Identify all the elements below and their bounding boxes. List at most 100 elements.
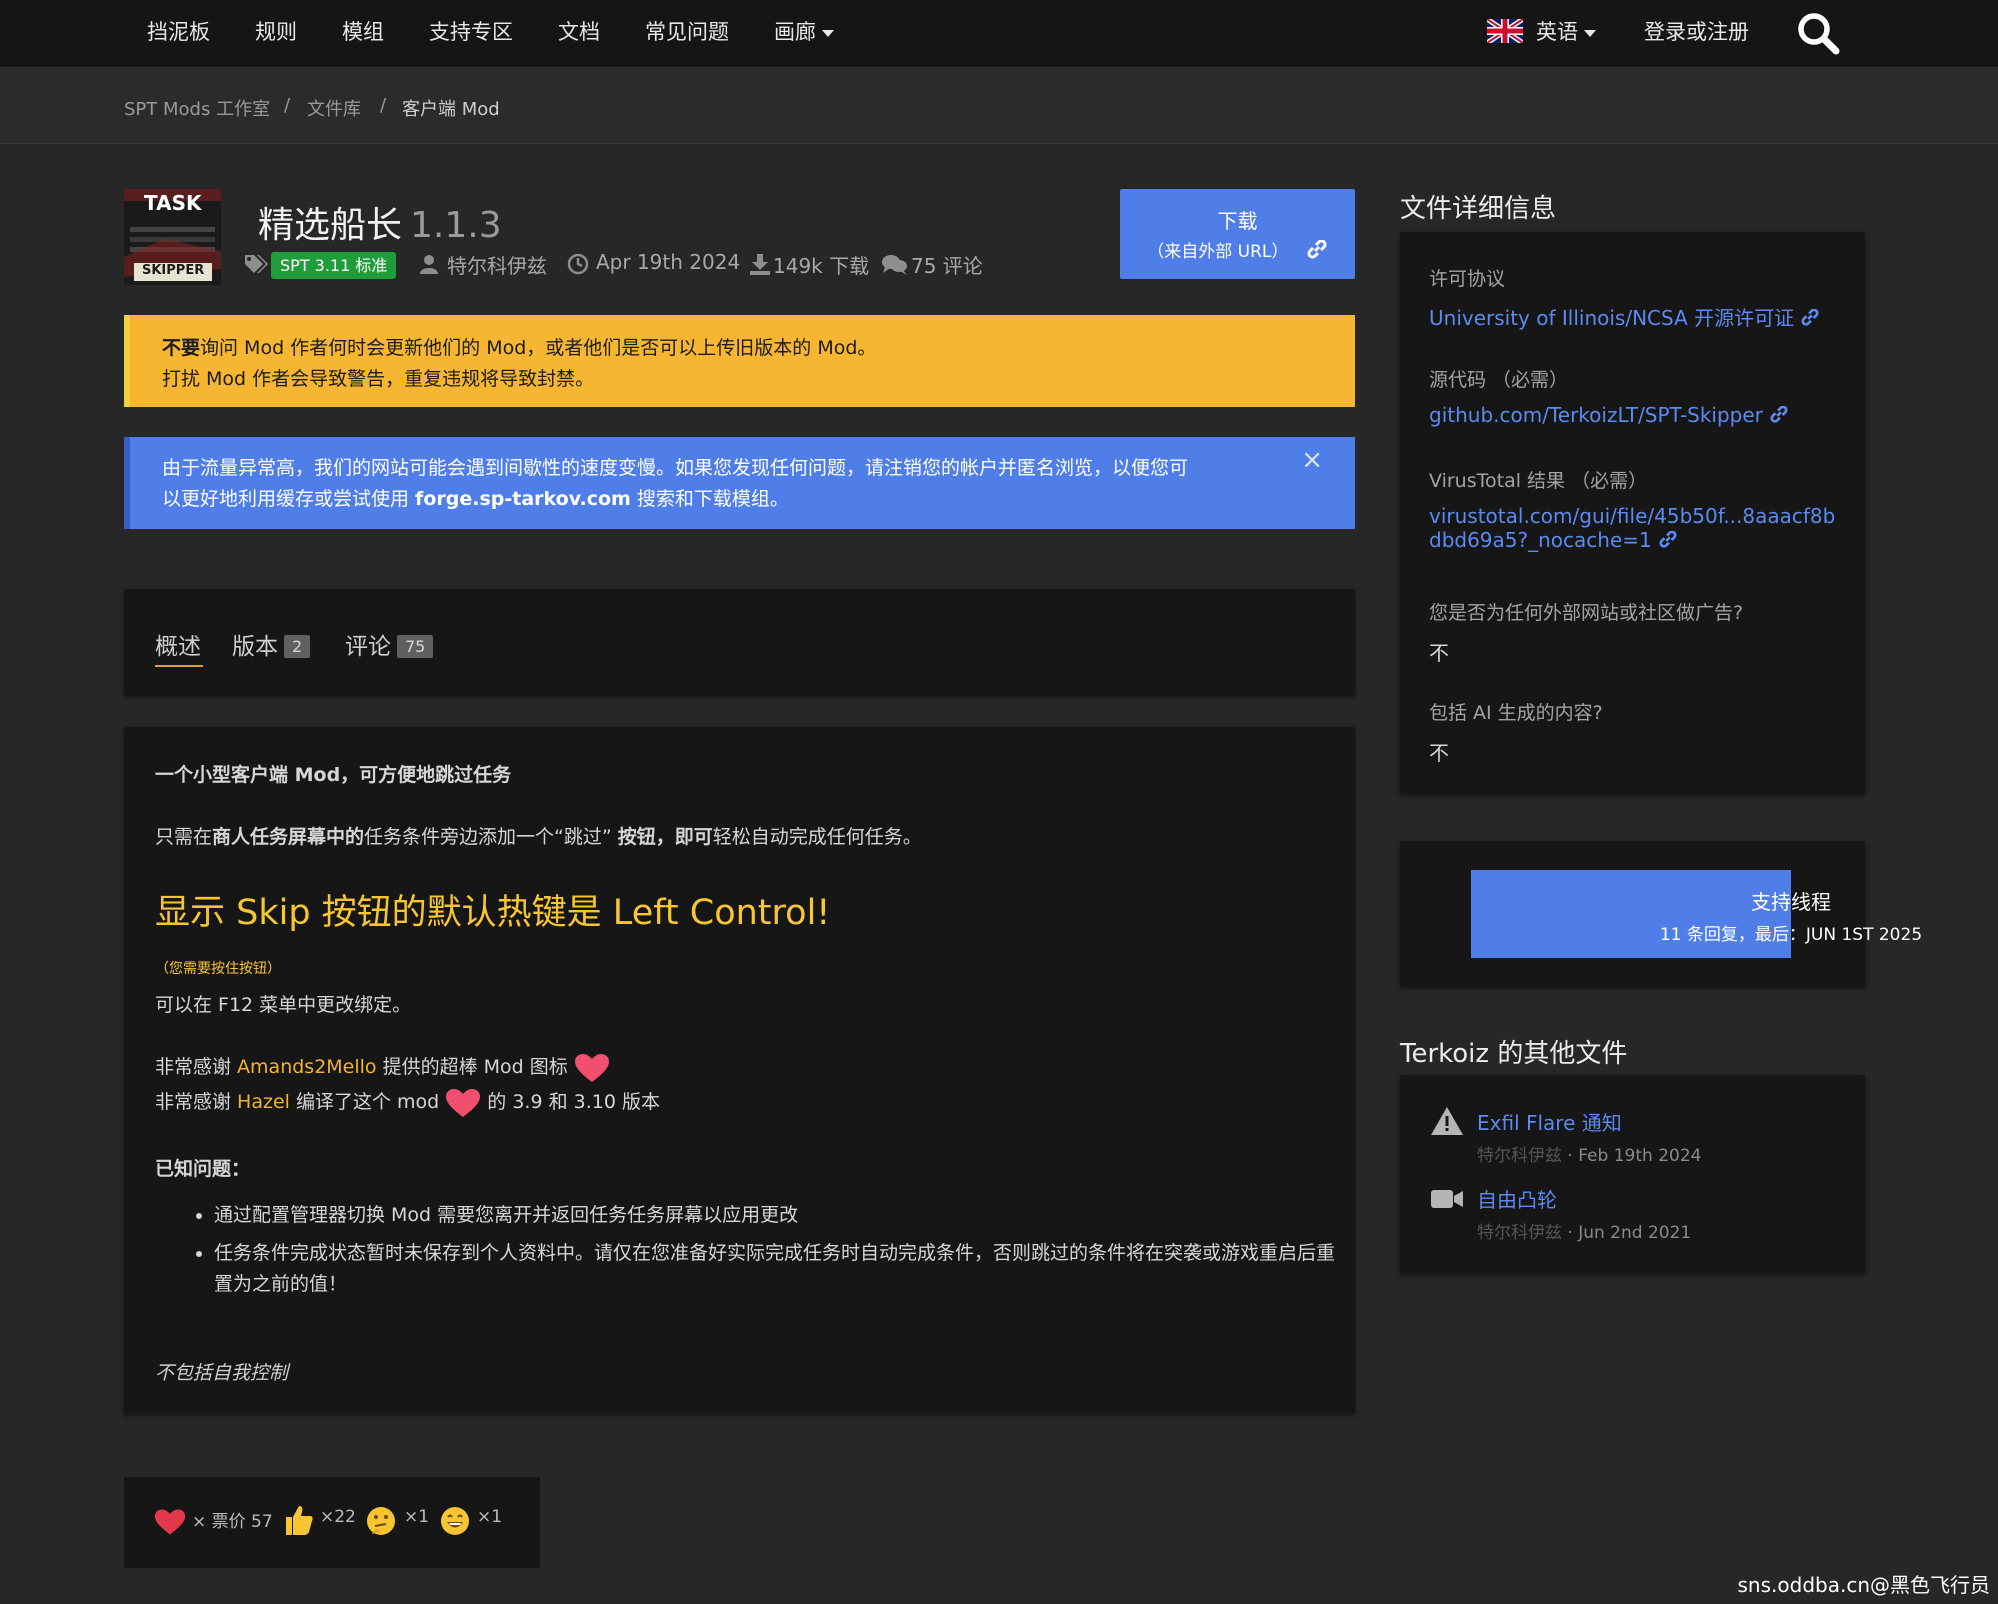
other-files-card (1400, 1075, 1865, 1273)
comments-icon (882, 255, 907, 275)
nav-faq[interactable]: 常见问题 (645, 16, 729, 46)
hazel-link[interactable]: Hazel (237, 1091, 290, 1113)
language-label: 英语 (1536, 20, 1578, 44)
nav-rules[interactable]: 规则 (255, 16, 297, 46)
tab-versions[interactable]: 版本 2 (232, 627, 311, 661)
author-link[interactable]: 特尔科伊兹 (447, 250, 547, 279)
file-details-title: 文件详细信息 (1400, 194, 1557, 224)
heart-icon (446, 1088, 481, 1117)
list-item: 通过配置管理器切换 Mod 需要您离开并返回任务任务屏幕以应用更改 (214, 1200, 1340, 1231)
breadcrumb-current: 客户端 Mod (402, 99, 500, 120)
mod-version: 1.1.3 (410, 205, 502, 246)
ads-label: 您是否为任何外部网站或社区做广告? (1429, 602, 1744, 624)
other-file-meta: 特尔科伊兹 · Jun 2nd 2021 (1477, 1223, 1692, 1243)
close-icon[interactable]: × (1301, 445, 1323, 476)
footer-note: 不包括自我控制 (155, 1362, 289, 1384)
support-thread-button[interactable]: 支持线程 11 条回复，最后：JUN 1ST 2025 (1471, 870, 1922, 958)
description-intro: 一个小型客户端 Mod，可方便地跳过任务 (155, 764, 512, 786)
other-file-link[interactable]: Exfil Flare 通知 (1477, 1107, 1622, 1136)
source-label: 源代码 （必需） (1429, 369, 1569, 391)
hotkey-heading: 显示 Skip 按钮的默认热键是 Left Control! (155, 893, 831, 933)
notice-line-1: 由于流量异常高，我们的网站可能会遇到间歇性的速度变慢。如果您发现任何问题，请注销… (162, 457, 1189, 479)
chevron-down-icon (822, 29, 834, 37)
known-issues-list: 通过配置管理器切换 Mod 需要您离开并返回任务任务屏幕以应用更改 任务条件完成… (190, 1200, 1340, 1307)
watermark: sns.oddba.cn@黑色飞行员 (1737, 1573, 1990, 1597)
reaction-grin-count: ×1 (477, 1507, 503, 1527)
link-icon (1801, 308, 1820, 326)
download-icon (750, 254, 770, 275)
spt-version-badge[interactable]: SPT 3.11 标准 (271, 252, 397, 279)
reaction-thumbs-count: ×22 (320, 1507, 356, 1527)
tab-comments[interactable]: 评论 75 (345, 627, 434, 661)
nav-support[interactable]: 支持专区 (429, 16, 513, 46)
comments-count-badge: 75 (397, 635, 434, 658)
external-link-icon (1307, 239, 1327, 259)
thumbs-up-icon[interactable] (284, 1504, 314, 1536)
chevron-down-icon (1584, 29, 1596, 37)
list-item: 任务条件完成状态暂时未保存到个人资料中。请仅在您准备好实际完成任务时自动完成条件… (214, 1238, 1340, 1300)
virustotal-label: VirusTotal 结果 （必需） (1429, 470, 1648, 492)
user-icon (420, 255, 438, 274)
warning-line-1: 不要询问 Mod 作者何时会更新他们的 Mod，或者他们是否可以上传旧版本的 M… (162, 337, 877, 359)
thumb-title: TASK (144, 191, 202, 215)
thanks-line-1: 非常感谢 Amands2Mello 提供的超棒 Mod 图标 (155, 1052, 610, 1083)
link-icon (1659, 530, 1677, 548)
thumb-subtitle: SKIPPER (142, 263, 205, 278)
breadcrumb-separator: / (380, 95, 387, 116)
comment-count: 75 评论 (911, 254, 983, 278)
login-link[interactable]: 登录或注册 (1644, 16, 1749, 46)
breadcrumb-home[interactable]: SPT Mods 工作室 (124, 95, 270, 121)
thinking-face-icon[interactable] (366, 1506, 396, 1536)
traffic-notice: 由于流量异常高，我们的网站可能会遇到间歇性的速度变慢。如果您发现任何问题，请注销… (124, 437, 1355, 529)
language-select[interactable]: 英语 (1536, 16, 1596, 46)
publish-date: Apr 19th 2024 (596, 250, 741, 274)
amands2mello-link[interactable]: Amands2Mello (237, 1056, 377, 1078)
warning-alert: 不要询问 Mod 作者何时会更新他们的 Mod，或者他们是否可以上传旧版本的 M… (124, 315, 1355, 407)
description-paragraph: 只需在商人任务屏幕中的任务条件旁边添加一个“跳过” 按钮，即可轻松自动完成任何任… (155, 826, 922, 848)
mod-title: 精选船长 1.1.3 (258, 196, 502, 248)
reaction-heart-count: × 票价 57 (192, 1512, 273, 1532)
hotkey-note: （您需要按住按钮） (155, 961, 281, 977)
nav-gallery-label: 画廊 (774, 20, 816, 44)
virustotal-link[interactable]: virustotal.com/gui/file/45b50f...8aaacf8… (1429, 504, 1835, 552)
nav-docs[interactable]: 文档 (558, 16, 600, 46)
active-tab-indicator (155, 665, 203, 667)
breadcrumb-files[interactable]: 文件库 (307, 95, 361, 121)
rebind-text: 可以在 F12 菜单中更改绑定。 (155, 994, 412, 1016)
other-file-link[interactable]: 自由凸轮 (1477, 1184, 1557, 1213)
mod-name: 精选船长 (258, 205, 403, 246)
license-link[interactable]: University of Illinois/NCSA 开源许可证 (1429, 302, 1820, 331)
heart-icon[interactable] (154, 1508, 186, 1536)
support-thread-meta: 11 条回复，最后：JUN 1ST 2025 (1659, 925, 1923, 945)
download-count: 149k 下载 (773, 254, 870, 278)
nav-mods[interactable]: 模组 (342, 16, 384, 46)
video-camera-icon (1431, 1190, 1463, 1208)
known-issues-title: 已知问题： (155, 1158, 251, 1180)
uk-flag-icon[interactable] (1487, 19, 1523, 43)
source-link[interactable]: github.com/TerkoizLT/SPT-Skipper (1429, 403, 1789, 427)
nav-dashboard[interactable]: 挡泥板 (147, 16, 210, 46)
versions-count-badge: 2 (284, 635, 311, 658)
reactions-bar: × 票价 57 ×22 ×1 ×1 (124, 1477, 540, 1568)
tags-icon (245, 255, 268, 273)
clock-icon (567, 253, 589, 275)
link-icon (1770, 405, 1788, 423)
ads-value: 不 (1429, 641, 1449, 665)
ai-label: 包括 AI 生成的内容? (1429, 702, 1603, 724)
download-button[interactable]: 下载 （来自外部 URL） (1120, 189, 1355, 279)
thanks-line-2: 非常感谢 Hazel 编译了这个 mod 的 3.9 和 3.10 版本 (155, 1087, 660, 1118)
breadcrumb: SPT Mods 工作室 / 文件库 / 客户端 Mod (0, 69, 1998, 144)
mod-thumbnail: TASK SKIPPER (124, 189, 221, 285)
license-label: 许可协议 (1429, 268, 1506, 290)
tab-overview[interactable]: 概述 (155, 627, 201, 661)
heart-icon (574, 1053, 609, 1082)
search-icon[interactable] (1795, 10, 1841, 56)
nav-gallery[interactable]: 画廊 (774, 16, 834, 46)
grin-face-icon[interactable] (440, 1506, 470, 1536)
other-files-title: Terkoiz 的其他文件 (1400, 1039, 1628, 1069)
reaction-thinking-count: ×1 (404, 1507, 430, 1527)
breadcrumb-separator: / (284, 95, 291, 116)
download-button-label: 下载 (1217, 209, 1258, 233)
warning-line-2: 打扰 Mod 作者会导致警告，重复违规将导致封禁。 (162, 368, 595, 390)
notice-line-2: 以更好地利用缓存或尝试使用 forge.sp-tarkov.com 搜索和下载模… (162, 488, 789, 510)
